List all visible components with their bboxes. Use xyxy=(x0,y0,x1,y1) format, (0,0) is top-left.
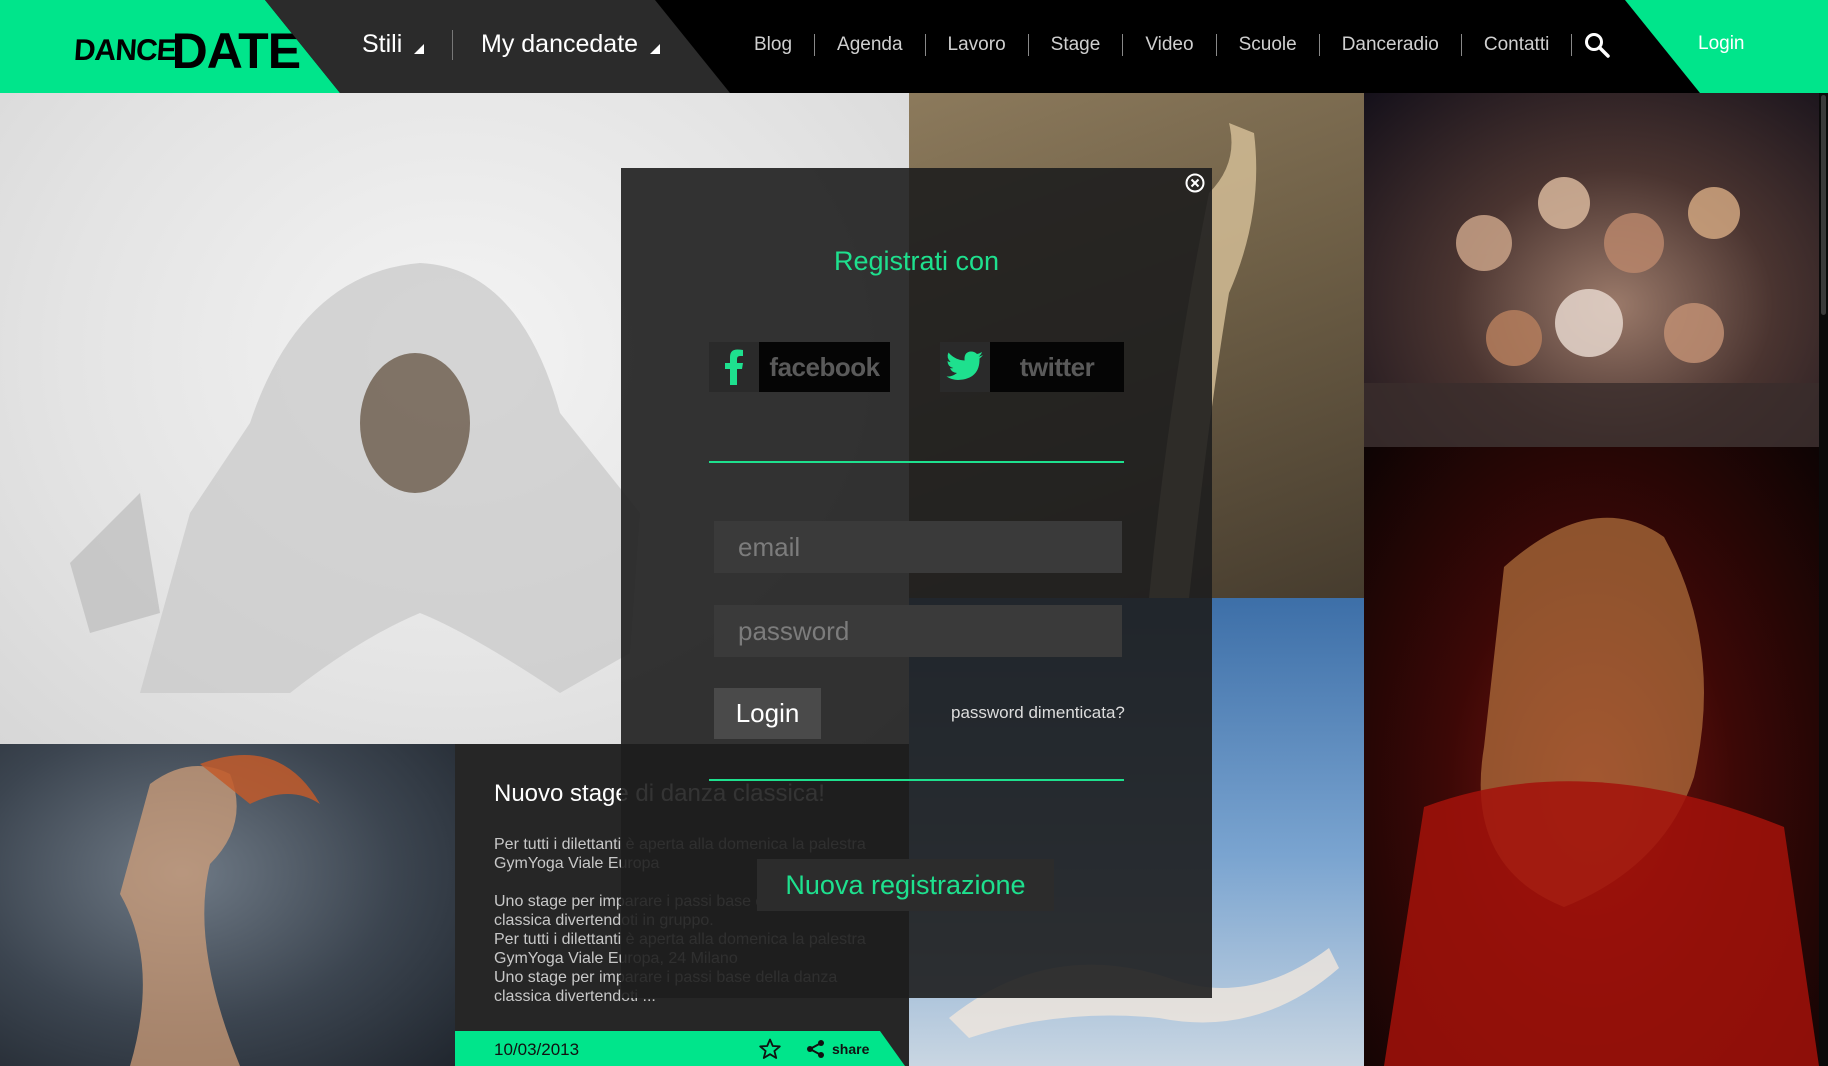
main-nav: Blog Agenda Lavoro Stage Video Scuole Da… xyxy=(730,32,1573,58)
twitter-login-button[interactable]: twitter xyxy=(940,342,1124,392)
share-icon xyxy=(807,1040,824,1058)
nav-danceradio[interactable]: Danceradio xyxy=(1320,34,1462,56)
styles-menu[interactable]: Stili xyxy=(362,30,425,59)
my-dancedate-label: My dancedate xyxy=(481,30,639,58)
forgot-password-link[interactable]: password dimenticata? xyxy=(951,703,1125,723)
nav-agenda[interactable]: Agenda xyxy=(815,34,926,56)
twitter-icon xyxy=(940,342,990,392)
twitter-label: twitter xyxy=(990,342,1124,392)
close-icon[interactable] xyxy=(1184,172,1206,194)
facebook-label: facebook xyxy=(759,342,890,392)
modal-title: Registrati con xyxy=(833,246,1000,276)
password-input[interactable] xyxy=(714,605,1122,657)
dancedate-logo[interactable]: DANCEDATE xyxy=(72,14,301,79)
nav-scuole[interactable]: Scuole xyxy=(1217,34,1320,56)
my-dancedate-menu[interactable]: My dancedate xyxy=(481,30,661,59)
share-label: share xyxy=(832,1041,870,1057)
email-input[interactable] xyxy=(714,521,1122,573)
hiphop-dancer-photo[interactable] xyxy=(0,744,455,1066)
article-date: 10/03/2013 xyxy=(494,1040,580,1059)
header-login-link[interactable]: Login xyxy=(1698,33,1745,55)
styles-dropdown-icon xyxy=(414,43,425,54)
new-registration-button[interactable]: Nuova registrazione xyxy=(757,859,1054,911)
facebook-login-button[interactable]: facebook xyxy=(709,342,890,392)
styles-menu-label: Stili xyxy=(362,30,403,58)
facebook-icon xyxy=(709,342,759,392)
login-button[interactable]: Login xyxy=(714,688,821,739)
logo-date-text: DATE xyxy=(171,23,301,79)
nav-lavoro[interactable]: Lavoro xyxy=(926,34,1029,56)
nav-stage[interactable]: Stage xyxy=(1029,34,1124,56)
star-icon[interactable] xyxy=(758,1038,782,1060)
menu-divider xyxy=(452,30,453,60)
nav-contatti[interactable]: Contatti xyxy=(1462,34,1573,56)
logo-dance-text: DANCE xyxy=(72,34,177,67)
search-icon[interactable] xyxy=(1583,31,1611,59)
cats-musical-photo[interactable] xyxy=(1364,93,1819,447)
nav-video[interactable]: Video xyxy=(1123,34,1217,56)
top-header: DANCEDATE Stili My dancedate Blog Agenda… xyxy=(0,0,1828,93)
scrollbar-thumb[interactable] xyxy=(1821,95,1826,315)
flamenco-dancer-photo[interactable] xyxy=(1364,447,1819,1066)
modal-divider-top xyxy=(709,461,1124,463)
my-dancedate-dropdown-icon xyxy=(650,43,661,54)
modal-divider-bottom xyxy=(709,779,1124,781)
share-button[interactable]: share xyxy=(806,1039,869,1059)
nav-blog[interactable]: Blog xyxy=(730,34,816,56)
